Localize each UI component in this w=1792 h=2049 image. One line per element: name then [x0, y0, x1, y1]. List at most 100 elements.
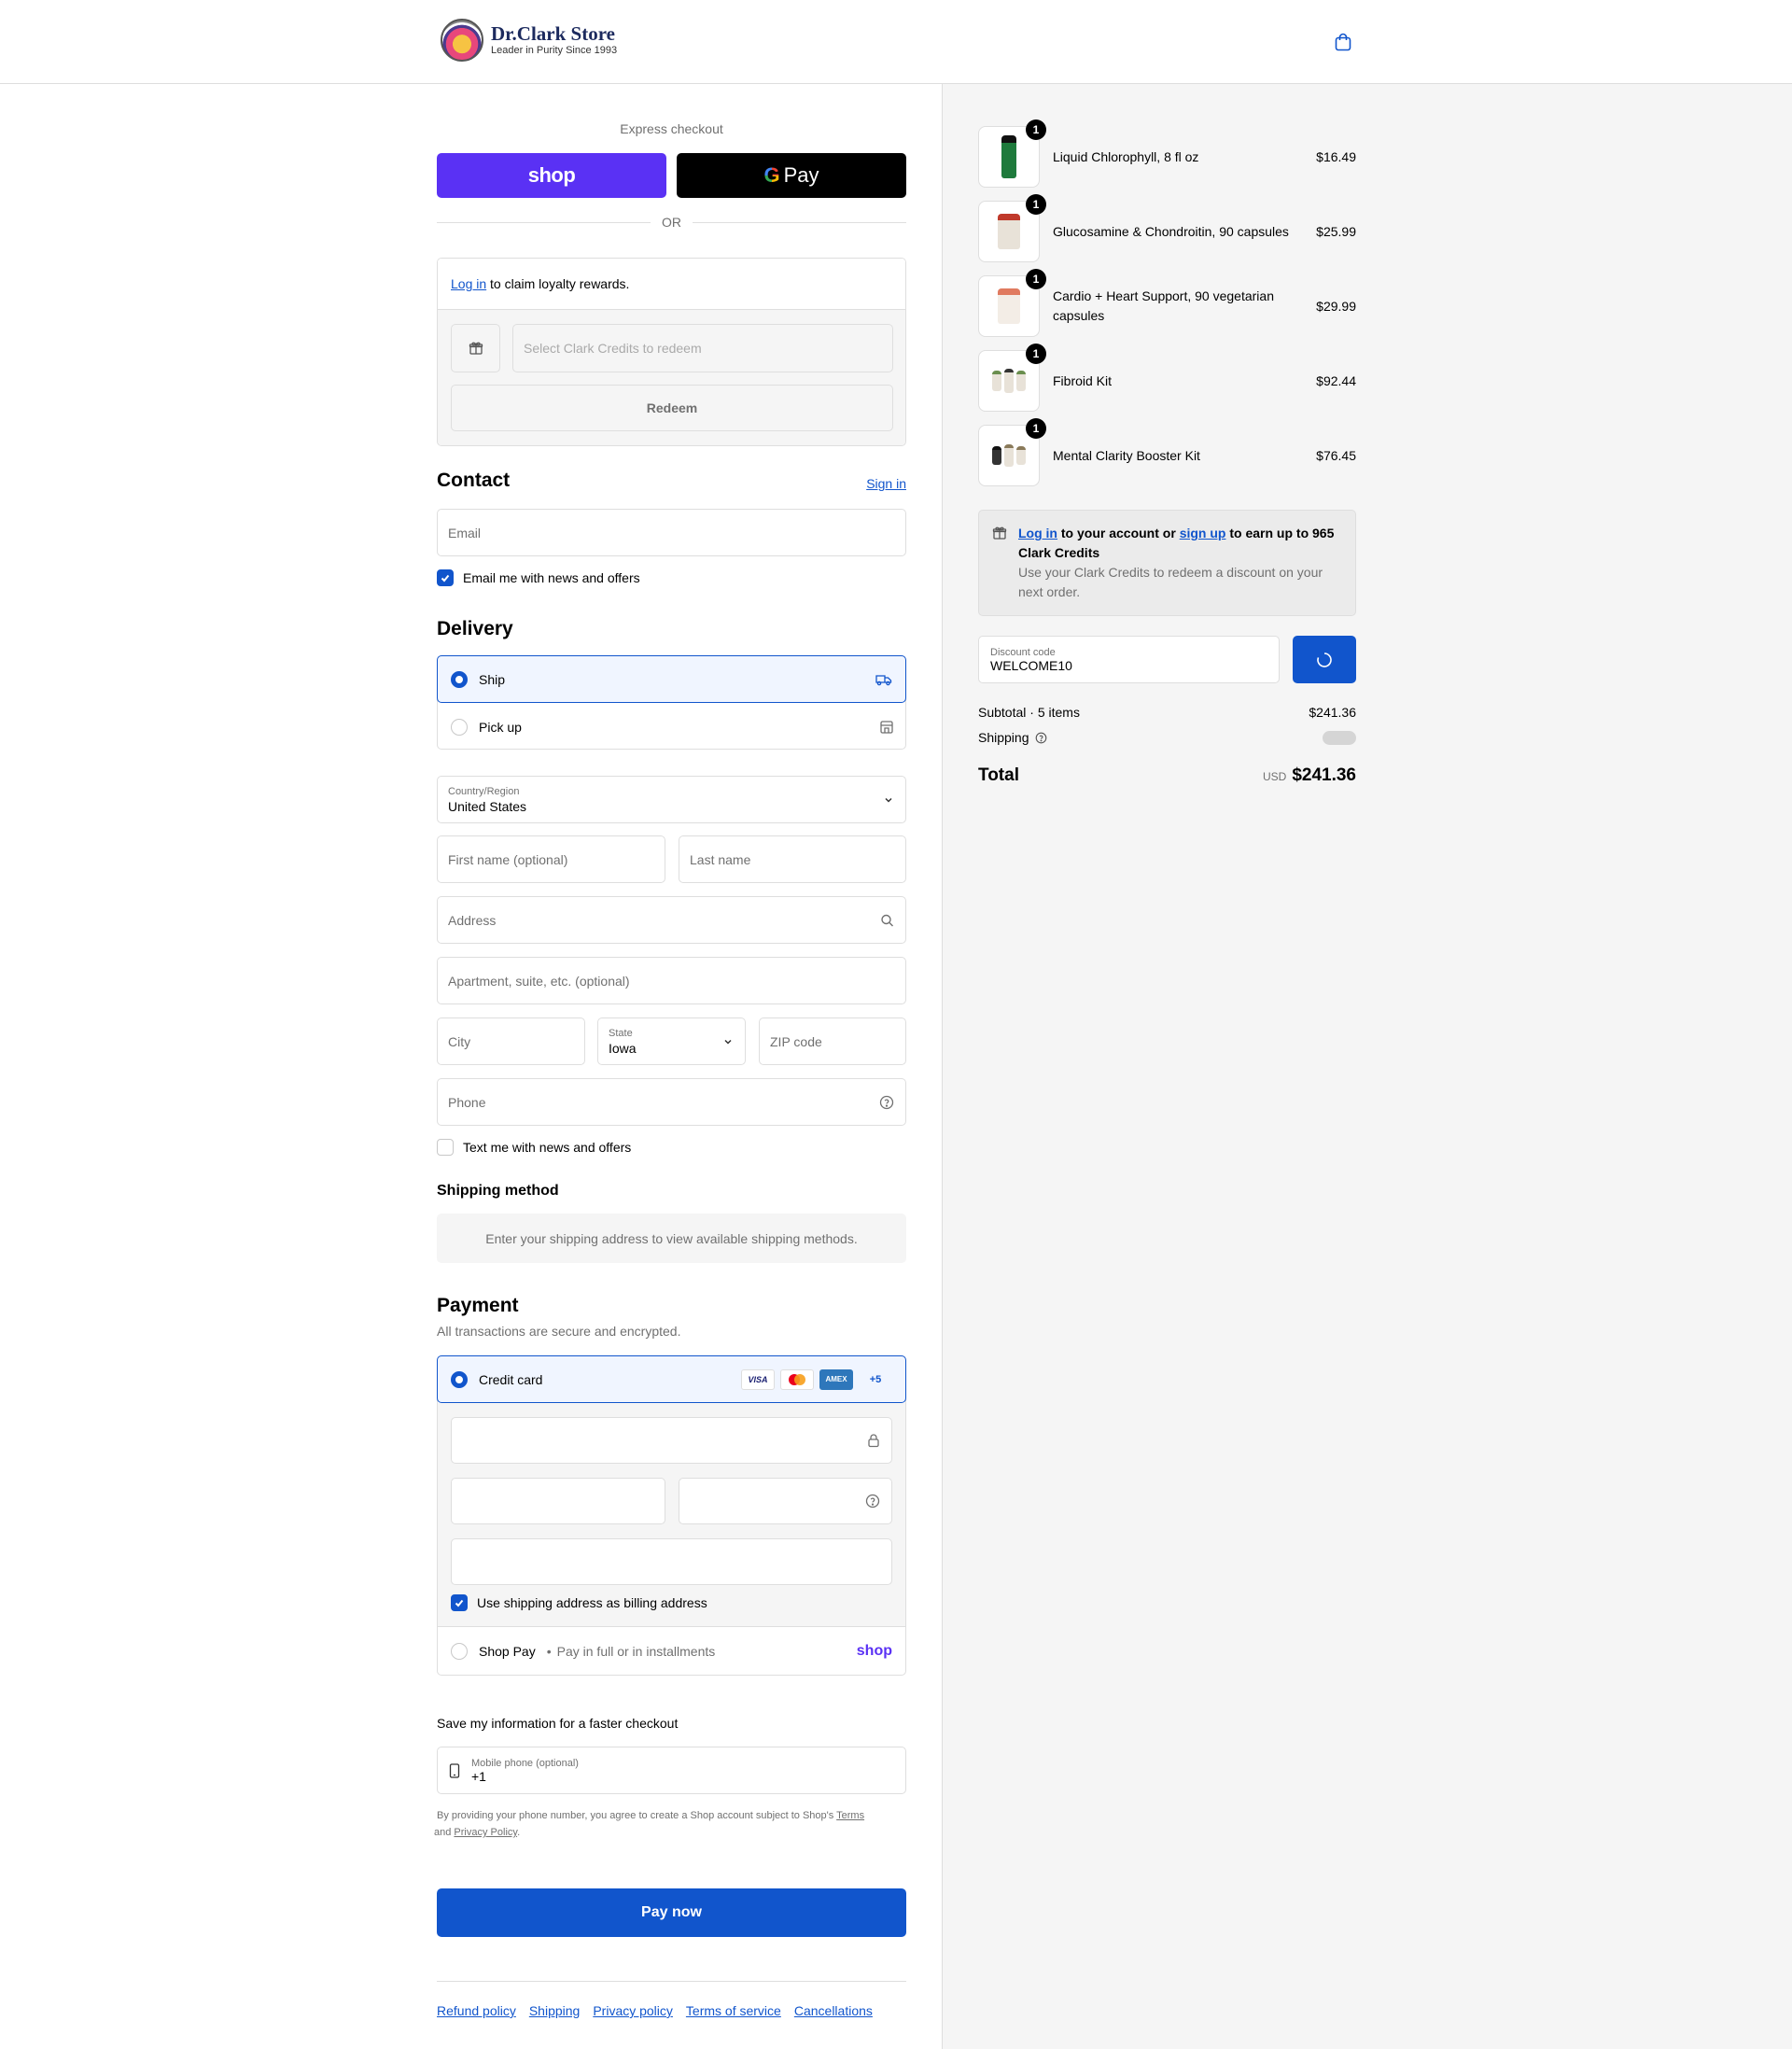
email-field[interactable]: Email: [437, 509, 906, 556]
shop-pay-button[interactable]: shop: [437, 153, 666, 198]
help-circle-icon[interactable]: [1035, 732, 1047, 744]
check-icon: [441, 574, 450, 582]
shipping-row: Shipping: [978, 730, 1356, 745]
shipping-method-title: Shipping method: [437, 1183, 559, 1199]
address-placeholder: Address: [448, 912, 497, 928]
country-select[interactable]: Country/Region United States: [437, 776, 906, 823]
product-thumbnail: 1: [978, 418, 1046, 486]
cancellations-link[interactable]: Cancellations: [794, 2003, 873, 2018]
total-currency: USD: [1262, 770, 1287, 783]
earn-subtext: Use your Clark Credits to redeem a disco…: [1018, 565, 1323, 599]
loyalty-rewards-box: Log in to claim loyalty rewards. Select …: [437, 258, 906, 446]
product-name: Mental Clarity Booster Kit: [1053, 447, 1200, 463]
express-checkout-label: Express checkout: [620, 121, 723, 136]
shop-legal-text: By providing your phone number, you agre…: [434, 1807, 906, 1841]
header: Dr.Clark Store Leader in Purity Since 19…: [0, 0, 1792, 84]
earn-login-link[interactable]: Log in: [1018, 526, 1057, 540]
shop-pay-radio[interactable]: [451, 1642, 468, 1660]
email-news-label: Email me with news and offers: [463, 570, 640, 585]
delivery-option-pickup[interactable]: Pick up: [438, 703, 907, 751]
expiration-date-field[interactable]: [451, 1478, 665, 1524]
help-circle-icon[interactable]: [865, 1494, 880, 1509]
email-news-checkbox-row[interactable]: Email me with news and offers: [437, 569, 640, 586]
product-price: $76.45: [1316, 448, 1356, 463]
state-value: Iowa: [609, 1040, 637, 1056]
pay-now-button[interactable]: Pay now: [437, 1888, 906, 1937]
earn-signup-link[interactable]: sign up: [1180, 526, 1226, 540]
last-name-field[interactable]: Last name: [679, 835, 906, 883]
name-on-card-field[interactable]: [451, 1538, 892, 1585]
product-bottle-image: [992, 371, 1001, 391]
city-field[interactable]: City: [437, 1017, 585, 1065]
product-thumbnail: 1: [978, 344, 1046, 412]
shopping-bag-icon[interactable]: [1333, 32, 1353, 52]
quantity-badge: 1: [1026, 194, 1046, 215]
pickup-radio[interactable]: [451, 718, 468, 736]
gift-button[interactable]: [451, 324, 500, 372]
product-bottle-image: [998, 288, 1020, 324]
discount-code-field[interactable]: Discount code WELCOME10: [978, 636, 1280, 683]
shipping-policy-link[interactable]: Shipping: [529, 2003, 581, 2018]
store-icon: [880, 720, 893, 734]
country-value: United States: [448, 798, 527, 814]
loyalty-login-link[interactable]: Log in: [451, 276, 486, 291]
loyalty-text: to claim loyalty rewards.: [486, 276, 630, 291]
store-tagline: Leader in Purity Since 1993: [491, 45, 618, 56]
google-pay-button[interactable]: G Pay: [677, 153, 906, 198]
delivery-option-ship[interactable]: Ship: [437, 655, 906, 703]
terms-of-service-link[interactable]: Terms of service: [686, 2003, 781, 2018]
subtotal-row: Subtotal · 5 items $241.36: [978, 705, 1356, 720]
product-bottle-image: [1004, 444, 1014, 467]
store-logo[interactable]: Dr.Clark Store Leader in Purity Since 19…: [441, 19, 617, 62]
redeem-button[interactable]: Redeem: [451, 385, 893, 431]
first-name-field[interactable]: First name (optional): [437, 835, 665, 883]
line-item: 1 Cardio + Heart Support, 90 vegetarian …: [978, 269, 1356, 337]
more-cards-badge: +5: [869, 1373, 882, 1385]
refund-policy-link[interactable]: Refund policy: [437, 2003, 516, 2018]
shipping-label: Shipping: [978, 730, 1029, 745]
subtotal-label: Subtotal · 5 items: [978, 705, 1080, 720]
credit-card-label: Credit card: [479, 1371, 543, 1387]
or-divider: OR: [437, 215, 906, 230]
security-code-field[interactable]: [679, 1478, 892, 1524]
product-price: $16.49: [1316, 149, 1356, 164]
billing-address-checkbox[interactable]: [451, 1594, 468, 1611]
phone-field[interactable]: Phone: [437, 1078, 906, 1126]
ship-radio[interactable]: [451, 670, 468, 688]
quantity-badge: 1: [1026, 344, 1046, 364]
zip-field[interactable]: ZIP code: [759, 1017, 906, 1065]
truck-icon: [875, 674, 892, 685]
total-amount: $241.36: [1292, 765, 1356, 785]
email-news-checkbox[interactable]: [437, 569, 454, 586]
product-bottle-image: [1016, 446, 1026, 465]
google-g-icon: G: [763, 163, 780, 187]
amex-icon: AMEX: [819, 1368, 853, 1390]
credit-card-radio[interactable]: [451, 1370, 468, 1388]
apply-discount-button[interactable]: [1293, 636, 1356, 683]
clark-credits-select[interactable]: Select Clark Credits to redeem: [512, 324, 893, 372]
text-news-checkbox[interactable]: [437, 1139, 454, 1156]
help-circle-icon[interactable]: [879, 1095, 894, 1110]
state-select[interactable]: State Iowa: [597, 1017, 746, 1065]
legal-suffix: .: [517, 1827, 521, 1838]
earn-mid-text: to your account or: [1057, 526, 1180, 540]
country-label: Country/Region: [448, 785, 520, 797]
shop-privacy-link[interactable]: Privacy Policy: [454, 1827, 517, 1838]
billing-address-checkbox-row[interactable]: Use shipping address as billing address: [451, 1594, 707, 1611]
text-news-checkbox-row[interactable]: Text me with news and offers: [437, 1139, 631, 1156]
delivery-options: Ship Pick up: [437, 655, 906, 750]
address-field[interactable]: Address: [437, 896, 906, 944]
apartment-field[interactable]: Apartment, suite, etc. (optional): [437, 957, 906, 1004]
payment-option-credit-card[interactable]: Credit card VISA AMEX +5: [437, 1355, 906, 1403]
mobile-phone-field[interactable]: Mobile phone (optional) +1: [437, 1747, 906, 1794]
loading-spinner-icon: [1317, 652, 1332, 667]
shop-terms-link[interactable]: Terms: [836, 1810, 864, 1821]
contact-title: Contact: [437, 470, 511, 491]
state-label: State: [609, 1027, 633, 1039]
legal-and: and: [434, 1827, 455, 1838]
shop-pay-dot: •: [546, 1643, 552, 1659]
sign-in-link[interactable]: Sign in: [866, 476, 906, 491]
card-number-field[interactable]: [451, 1417, 892, 1464]
privacy-policy-link[interactable]: Privacy policy: [593, 2003, 673, 2018]
payment-option-shop-pay[interactable]: Shop Pay • Pay in full or in installment…: [438, 1627, 905, 1675]
